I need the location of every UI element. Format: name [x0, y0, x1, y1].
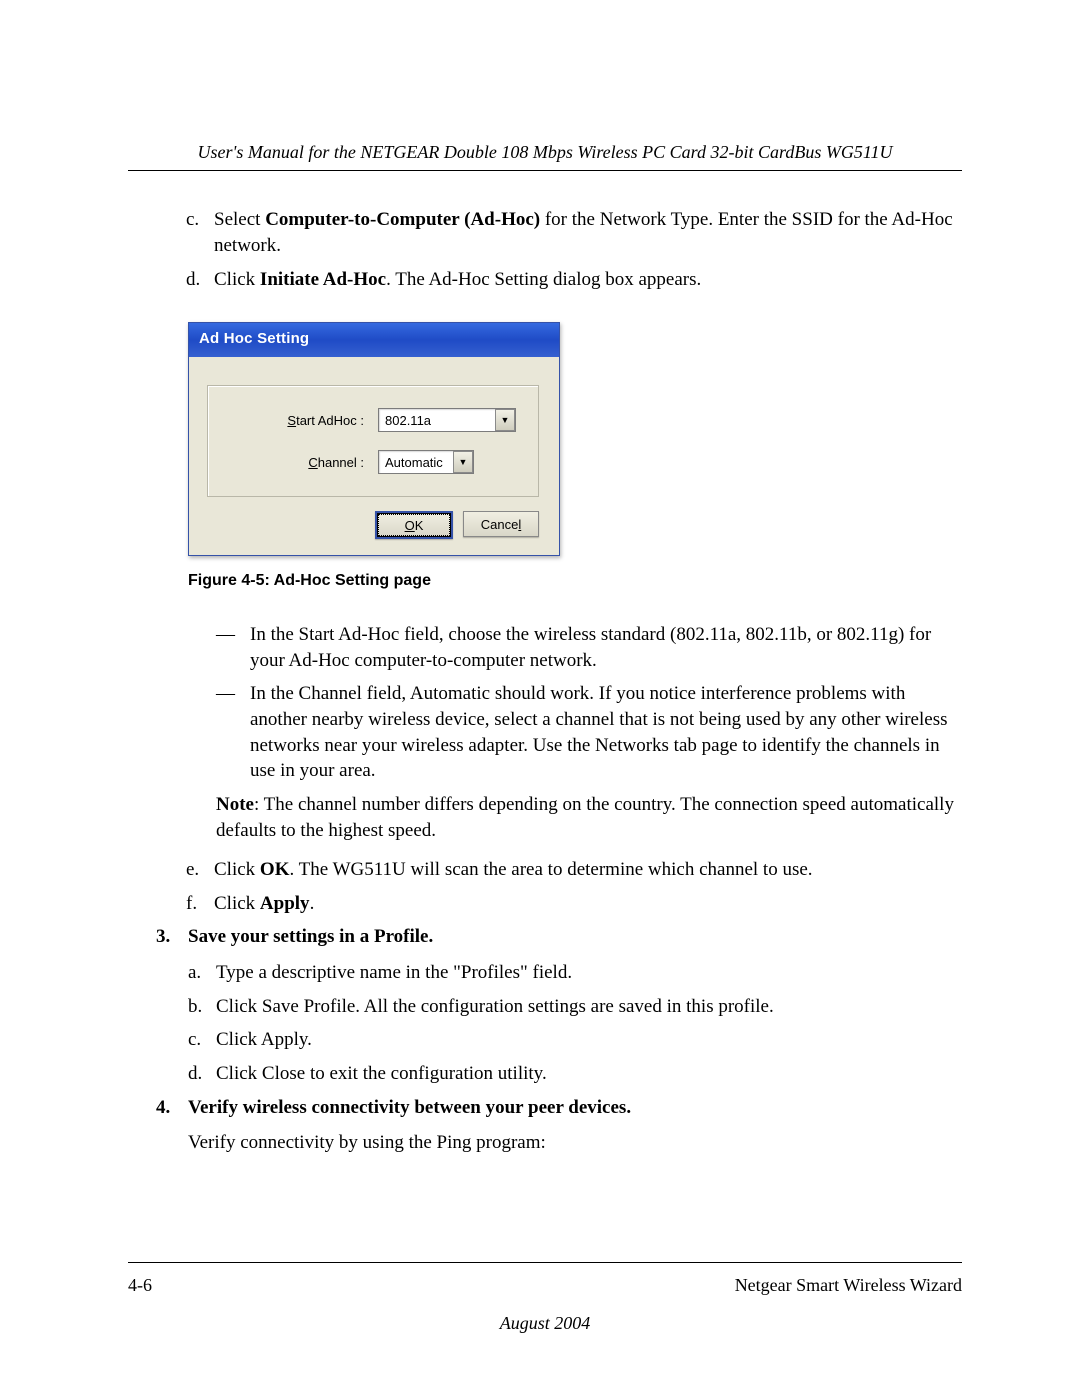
step-3a: a. Type a descriptive name in the "Profi…: [188, 960, 962, 986]
marker: a.: [188, 960, 216, 986]
bullet-text: In the Start Ad-Hoc field, choose the wi…: [250, 622, 958, 673]
marker-e: e.: [186, 857, 214, 883]
step-4-marker: 4.: [156, 1095, 188, 1121]
step-3-marker: 3.: [156, 924, 188, 950]
bold-term: Apply: [260, 893, 310, 914]
cancel-button[interactable]: Cancel: [463, 511, 539, 537]
marker-c: c.: [186, 207, 214, 258]
marker-f: f.: [186, 891, 214, 917]
note-label: Note: [216, 794, 254, 815]
text: Click: [214, 893, 260, 914]
bullet-channel: In the Channel field, Automatic should w…: [216, 681, 958, 784]
step-3-title: Save your settings in a Profile.: [188, 924, 433, 950]
step-4-text: Verify connectivity by using the Ping pr…: [188, 1130, 962, 1156]
note-text: : The channel number differs depending o…: [216, 794, 954, 841]
start-adhoc-label: Start AdHoc :: [254, 412, 364, 430]
bullet-start-adhoc: In the Start Ad-Hoc field, choose the wi…: [216, 622, 958, 673]
text: Click: [214, 859, 260, 880]
step-d: d. Click Initiate Ad-Hoc. The Ad-Hoc Set…: [186, 267, 962, 293]
dialog-titlebar: Ad Hoc Setting: [189, 323, 559, 357]
footer-date: August 2004: [128, 1311, 962, 1335]
bold-term: Initiate Ad-Hoc: [260, 269, 386, 290]
step-e: e. Click OK. The WG511U will scan the ar…: [186, 857, 962, 883]
marker: b.: [188, 994, 216, 1020]
marker-d: d.: [186, 267, 214, 293]
channel-select[interactable]: Automatic: [378, 450, 474, 474]
step-3b: b. Click Save Profile. All the configura…: [188, 994, 962, 1020]
figure-caption: Figure 4-5: Ad-Hoc Setting page: [188, 570, 962, 592]
step-f: f. Click Apply.: [186, 891, 962, 917]
marker: d.: [188, 1061, 216, 1087]
channel-label: Channel :: [254, 454, 364, 472]
step-3c: c. Click Apply.: [188, 1027, 962, 1053]
text: .: [310, 893, 315, 914]
channel-value: Automatic: [379, 454, 453, 472]
start-adhoc-select[interactable]: 802.11a: [378, 408, 516, 432]
start-adhoc-value: 802.11a: [379, 412, 495, 430]
step-4-title: Verify wireless connectivity between you…: [188, 1095, 631, 1121]
text: Click Save Profile. All the configuratio…: [216, 994, 962, 1020]
chevron-down-icon[interactable]: [453, 451, 473, 473]
text: . The WG511U will scan the area to deter…: [289, 859, 812, 880]
bullet-text: In the Channel field, Automatic should w…: [250, 681, 958, 784]
text: Select: [214, 209, 265, 230]
adhoc-dialog: Ad Hoc Setting Start AdHoc : 802.11a: [188, 322, 560, 556]
chevron-down-icon[interactable]: [495, 409, 515, 431]
page-header: User's Manual for the NETGEAR Double 108…: [128, 140, 962, 171]
text: . The Ad-Hoc Setting dialog box appears.: [386, 269, 701, 290]
bold-term: OK: [260, 859, 290, 880]
bold-term: Computer-to-Computer (Ad-Hoc): [265, 209, 540, 230]
footer-right: Netgear Smart Wireless Wizard: [735, 1273, 962, 1297]
page-number: 4-6: [128, 1273, 152, 1297]
step-3d: d. Click Close to exit the configuration…: [188, 1061, 962, 1087]
text: Click Close to exit the configuration ut…: [216, 1061, 962, 1087]
text: Click: [214, 269, 260, 290]
marker: c.: [188, 1027, 216, 1053]
text: Type a descriptive name in the "Profiles…: [216, 960, 962, 986]
note-block: Note: The channel number differs dependi…: [216, 792, 962, 843]
text: Click Apply.: [216, 1027, 962, 1053]
ok-button[interactable]: OK: [375, 511, 453, 539]
step-c: c. Select Computer-to-Computer (Ad-Hoc) …: [186, 207, 962, 258]
